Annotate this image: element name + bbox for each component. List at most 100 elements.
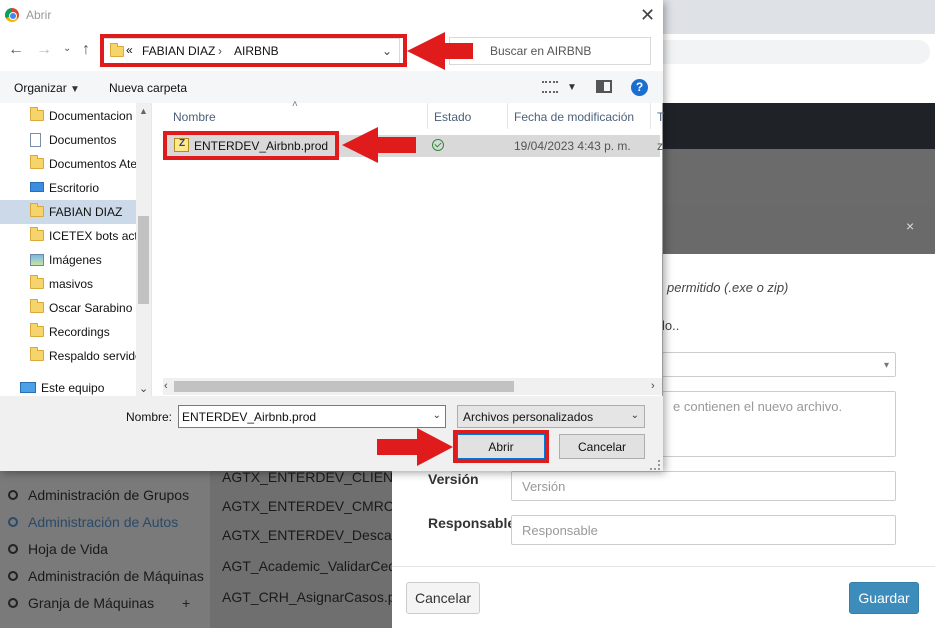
nav-item-escritorio[interactable]: Escritorio	[0, 176, 136, 200]
file-modified: 19/04/2023 4:43 p. m.	[514, 139, 631, 153]
file-type-select[interactable]: Archivos personalizados ⌄	[457, 405, 645, 428]
nav-item-label: ICETEX bots actu	[49, 229, 136, 243]
pictures-icon	[30, 254, 44, 266]
nav-item-imagenes[interactable]: Imágenes	[0, 248, 136, 272]
column-divider[interactable]	[427, 103, 428, 129]
nav-item-icetex[interactable]: ICETEX bots actu	[0, 224, 136, 248]
list-item[interactable]: AGT_CRH_AsignarCasos.prod	[222, 589, 392, 605]
horizontal-scrollbar-thumb[interactable]	[174, 381, 514, 392]
textarea-placeholder: e contienen el nuevo archivo.	[673, 399, 843, 414]
nav-item-label: FABIAN DIAZ	[49, 205, 123, 219]
nav-item-label: masivos	[49, 277, 94, 291]
chrome-icon	[5, 8, 19, 22]
sidebar-item-resume[interactable]: Hoja de Vida	[8, 538, 108, 560]
list-item[interactable]: AGTX_ENTERDEV_CLIENTE	[222, 469, 392, 485]
filename-input[interactable]: ENTERDEV_Airbnb.prod ⌄	[178, 405, 446, 428]
help-icon[interactable]: ?	[631, 79, 648, 96]
list-item[interactable]: AGTX_ENTERDEV_CMRCON	[222, 498, 392, 514]
version-label: Versión	[428, 471, 479, 487]
nav-item-documentos[interactable]: Documentos	[0, 128, 136, 152]
close-icon[interactable]: ×	[906, 218, 914, 234]
folder-icon	[30, 347, 44, 361]
nav-scrollbar-thumb[interactable]	[138, 216, 149, 304]
file-type-value: Archivos personalizados	[463, 410, 594, 424]
list-item[interactable]: AGTX_ENTERDEV_Descarga	[222, 527, 392, 543]
back-arrow-icon[interactable]: ←	[8, 41, 24, 59]
column-divider[interactable]	[507, 103, 508, 129]
expand-plus-icon[interactable]: +	[182, 595, 190, 611]
folder-icon	[30, 299, 44, 313]
scroll-down-icon[interactable]: ⌄	[139, 382, 148, 395]
up-arrow-icon[interactable]: ↑	[82, 41, 90, 59]
column-name[interactable]: Nombre	[173, 110, 216, 124]
folder-icon	[30, 275, 44, 289]
annotation-arrow-file	[342, 127, 416, 163]
view-options-icon[interactable]	[542, 81, 558, 93]
circle-icon	[8, 490, 18, 500]
nav-item-label: Documentos Ate	[49, 157, 136, 171]
folder-icon	[30, 107, 44, 121]
scroll-up-icon[interactable]: ▲	[139, 106, 148, 116]
preview-pane-icon[interactable]	[596, 80, 612, 93]
folder-icon	[30, 203, 44, 217]
annotation-box-open	[453, 430, 549, 463]
save-button[interactable]: Guardar	[849, 582, 919, 614]
nav-item-respaldo[interactable]: Respaldo servido	[0, 344, 136, 368]
nav-item-recordings[interactable]: Recordings	[0, 320, 136, 344]
annotation-box-file	[163, 131, 339, 160]
allowed-hint: permitido (.exe o zip)	[667, 280, 789, 295]
circle-icon	[8, 598, 18, 608]
desktop-icon	[30, 182, 44, 192]
modal-hint: lo..	[662, 318, 680, 333]
scroll-right-icon[interactable]: ›	[651, 380, 655, 392]
nav-item-label: Este equipo	[41, 381, 105, 395]
modal-select[interactable]: ▾	[662, 352, 896, 377]
sidebar-item-machine-farm[interactable]: Granja de Máquinas	[8, 592, 154, 614]
caret-down-icon[interactable]: ▼	[567, 82, 577, 93]
modal-cancel-button[interactable]: Cancelar	[406, 582, 480, 614]
nav-item-documentos-ate[interactable]: Documentos Ate	[0, 152, 136, 176]
organize-button[interactable]: Organizar ▼	[14, 81, 80, 95]
nav-item-masivos[interactable]: masivos	[0, 272, 136, 296]
column-type[interactable]: T	[657, 110, 664, 124]
nav-item-documentacion[interactable]: Documentacion	[0, 104, 136, 128]
new-folder-button[interactable]: Nueva carpeta	[109, 81, 187, 95]
sidebar-item-machines[interactable]: Administración de Máquinas	[8, 565, 204, 587]
sidebar-item-groups[interactable]: Administración de Grupos	[8, 484, 189, 506]
chevron-down-icon[interactable]: ⌄	[433, 410, 441, 421]
nav-item-label: Imágenes	[49, 253, 102, 267]
responsible-label: Responsable	[428, 515, 516, 531]
dialog-toolbar	[0, 71, 663, 103]
nav-item-label: Respaldo servido	[49, 349, 136, 363]
nav-item-fabian-diaz[interactable]: FABIAN DIAZ	[0, 200, 136, 224]
dialog-title: Abrir	[26, 8, 52, 22]
cancel-button[interactable]: Cancelar	[559, 434, 645, 459]
sidebar-item-label: Administración de Autos	[28, 514, 179, 530]
responsible-input[interactable]: Responsable	[511, 515, 896, 545]
close-icon[interactable]: ✕	[640, 5, 655, 26]
resize-grip-icon[interactable]	[650, 460, 660, 470]
folder-icon	[30, 227, 44, 241]
file-type: z	[657, 139, 663, 153]
sidebar-item-label: Hoja de Vida	[28, 541, 108, 557]
version-input[interactable]: Versión	[511, 471, 896, 501]
forward-arrow-icon[interactable]: →	[36, 41, 52, 59]
column-modified[interactable]: Fecha de modificación	[514, 110, 634, 124]
caret-down-icon: ▼	[70, 84, 80, 95]
description-textarea[interactable]: e contienen el nuevo archivo.	[662, 391, 896, 457]
sidebar-item-label: Granja de Máquinas	[28, 595, 155, 611]
responsible-placeholder: Responsable	[522, 523, 598, 538]
chevron-down-icon[interactable]: ⌄	[63, 43, 71, 54]
nav-item-label: Oscar Sarabino	[49, 301, 133, 315]
column-status[interactable]: Estado	[434, 110, 471, 124]
nav-item-oscar[interactable]: Oscar Sarabino	[0, 296, 136, 320]
circle-icon	[8, 571, 18, 581]
modal-divider	[392, 566, 935, 567]
sidebar-item-autos[interactable]: Administración de Autos	[8, 511, 178, 533]
scroll-left-icon[interactable]: ‹	[164, 380, 168, 392]
nav-item-label: Escritorio	[49, 181, 100, 195]
list-item[interactable]: AGT_Academic_ValidarCedula	[222, 558, 392, 574]
sidebar-item-label: Administración de Grupos	[28, 487, 190, 503]
chevron-down-icon: ⌄	[630, 410, 639, 421]
column-divider[interactable]	[650, 103, 651, 129]
